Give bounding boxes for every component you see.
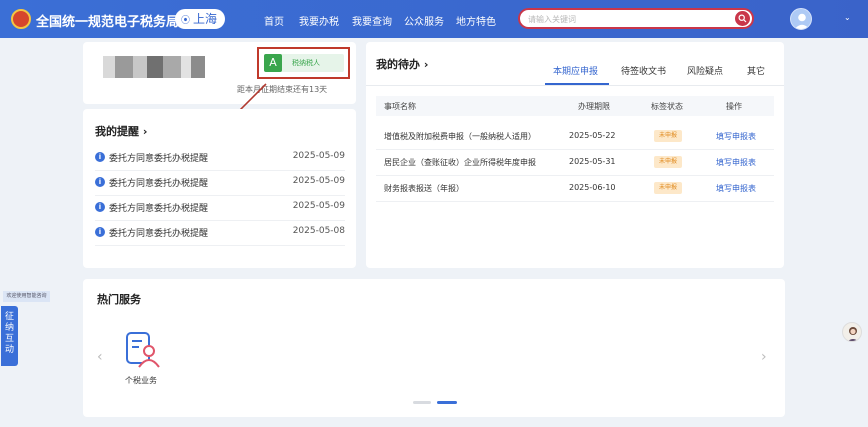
table-row: 居民企业（查账征收）企业所得税年度申报 2025-05-31 未申报 填写申报表 [376,150,774,176]
blurred-user-name [103,56,115,78]
user-icon [794,13,810,29]
fill-declaration-link[interactable]: 填写申报表 [716,131,756,142]
todo-item-name: 财务报表报送（年报） [384,184,464,193]
nav-tax-handling[interactable]: 我要办税 [299,13,339,28]
service-label: 个税业务 [125,376,157,385]
top-navigation-bar: 全国统一规范电子税务局 ⦿上海 首页 我要办税 我要查询 公众服务 地方特色 ⌄ [0,0,868,38]
city-selector[interactable]: ⦿ 上海 [175,9,226,29]
todo-table-header: 事项名称 办理期限 标签状态 操作 [376,96,774,116]
reminder-item[interactable]: i 委托方同意委托办税提醒 2025-05-09 [95,147,345,171]
reminder-date: 2025-05-09 [292,151,345,161]
blurred-user-name [133,56,147,78]
reminder-item[interactable]: i 委托方同意委托办税提醒 2025-05-09 [95,172,345,196]
tax-bureau-emblem-icon [11,9,31,29]
search-input[interactable] [528,12,718,26]
todo-deadline: 2025-05-31 [569,157,616,166]
tabs-divider [366,85,784,86]
fill-declaration-link[interactable]: 填写申报表 [716,183,756,194]
table-row: 增值税及附加税费申报（一般纳税人适用） 2025-05-22 未申报 填写申报表 [376,124,774,150]
tab-current-declaration[interactable]: 本期应申报 [553,64,598,77]
table-row: 财务报表报送（年报） 2025-06-10 未申报 填写申报表 [376,176,774,202]
blurred-user-name [181,56,191,78]
nav-query[interactable]: 我要查询 [352,13,392,28]
search-button[interactable] [735,11,750,26]
column-header-name: 事项名称 [384,102,416,111]
blurred-user-name [147,56,163,78]
city-name: 上海 [193,12,218,26]
search-box [518,8,754,29]
hot-services-card: 热门服务 ‹ 个税业务 › [83,279,785,417]
personal-tax-icon [126,332,160,368]
status-badge: 未申报 [654,130,683,142]
todo-deadline: 2025-06-10 [569,183,616,192]
assistant-icon [848,327,858,341]
reminder-text: 委托方同意委托办税提醒 [109,154,209,164]
taxpayer-credit-highlight: A 税纳税人 [257,47,350,79]
site-title[interactable]: 全国统一规范电子税务局 [36,11,179,30]
column-header-status: 标签状态 [651,102,683,111]
nav-home[interactable]: 首页 [264,13,284,28]
credit-level-letter: A [264,54,282,72]
reminders-card: 我的提醒 › i 委托方同意委托办税提醒 2025-05-09 i 委托方同意委… [83,109,356,268]
fill-declaration-link[interactable]: 填写申报表 [716,157,756,168]
tab-pending-documents[interactable]: 待签收文书 [621,64,666,77]
reminder-date: 2025-05-09 [292,176,345,186]
reminder-text: 委托方同意委托办税提醒 [109,229,209,239]
reminder-text: 委托方同意委托办税提醒 [109,204,209,214]
service-personal-tax[interactable]: 个税业务 [113,331,173,387]
location-pin-icon: ⦿ [181,16,191,26]
column-header-action: 操作 [726,102,742,111]
search-icon [738,14,747,23]
blurred-user-name [163,56,181,78]
carousel-dot-active[interactable] [437,401,457,404]
tab-risk-issues[interactable]: 风险疑点 [687,64,723,77]
carousel-next-chevron-right-icon[interactable]: › [761,349,767,365]
tax-interaction-tab[interactable]: 征纳互动 [1,306,18,366]
column-header-deadline: 办理期限 [578,102,610,111]
reminder-text: 委托方同意委托办税提醒 [109,179,209,189]
reminders-title[interactable]: 我的提醒 › [95,123,147,139]
tab-others[interactable]: 其它 [747,64,765,77]
todo-title[interactable]: 我的待办 › [376,56,428,72]
blurred-user-name [115,56,133,78]
assistant-avatar[interactable] [842,322,862,342]
user-avatar[interactable] [790,8,812,30]
taxpayer-credit-badge[interactable]: A 税纳税人 [264,54,344,72]
status-badge: 未申报 [654,156,683,168]
todo-item-name: 居民企业（查账征收）企业所得税年度申报 [384,158,536,167]
nav-public-services[interactable]: 公众服务 [404,13,444,28]
reminder-date: 2025-05-08 [292,226,345,236]
info-icon: i [95,202,105,212]
todo-card: 我的待办 › 本期应申报 待签收文书 风险疑点 其它 事项名称 办理期限 标签状… [366,42,784,268]
carousel-prev-chevron-left-icon[interactable]: ‹ [97,349,103,365]
nav-local-features[interactable]: 地方特色 [456,13,496,28]
reminder-date: 2025-05-09 [292,201,345,211]
reminder-item[interactable]: i 委托方同意委托办税提醒 2025-05-08 [95,222,345,246]
status-badge: 未申报 [654,182,683,194]
taxpayer-type-label: 税纳税人 [292,59,320,67]
consultation-tip: 欢迎使用智能咨询 [3,291,50,302]
info-icon: i [95,227,105,237]
user-menu-chevron-down-icon[interactable]: ⌄ [844,13,851,22]
todo-item-name: 增值税及附加税费申报（一般纳税人适用） [384,132,536,141]
todo-deadline: 2025-05-22 [569,131,616,140]
carousel-dot[interactable] [413,401,431,404]
reminder-item[interactable]: i 委托方同意委托办税提醒 2025-05-09 [95,197,345,221]
info-icon: i [95,177,105,187]
blurred-user-name [191,56,205,78]
info-icon: i [95,152,105,162]
hot-services-title: 热门服务 [97,293,141,306]
